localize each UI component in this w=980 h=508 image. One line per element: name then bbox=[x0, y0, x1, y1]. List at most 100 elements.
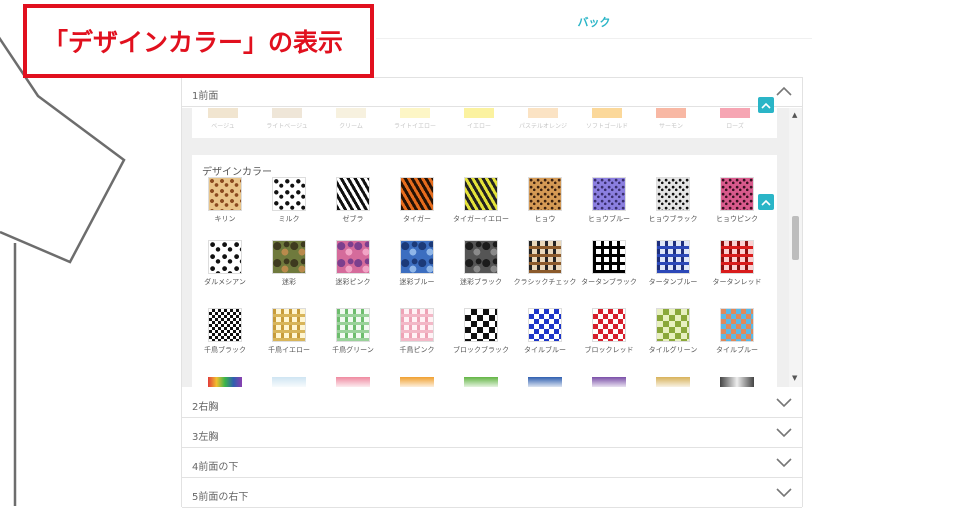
design-color-swatch[interactable]: ヒョウ bbox=[512, 177, 578, 224]
accordion-front-bottom[interactable]: 4前面の下 bbox=[182, 449, 802, 478]
plain-color-swatch[interactable]: サーモン bbox=[640, 108, 702, 130]
design-color-swatch[interactable]: タータンレッド bbox=[704, 240, 770, 287]
vertical-scrollbar[interactable]: ▲ ▼ bbox=[789, 108, 802, 387]
design-color-swatch[interactable]: タータンブルー bbox=[640, 240, 706, 287]
plain-color-label: ローズ bbox=[726, 123, 744, 130]
design-color-label: ゼブラ bbox=[342, 215, 364, 223]
design-color-swatch[interactable]: タイガー bbox=[384, 177, 450, 224]
scroll-down-arrow-icon[interactable]: ▼ bbox=[792, 374, 797, 382]
design-color-swatch[interactable]: 千鳥ピンク bbox=[384, 308, 450, 355]
design-color-swatch-partial[interactable] bbox=[720, 377, 754, 387]
design-color-swatch[interactable]: 千鳥ブラック bbox=[192, 308, 258, 355]
design-color-swatch[interactable]: ゼブラ bbox=[320, 177, 386, 224]
design-pattern-chip bbox=[208, 177, 242, 211]
design-color-swatch[interactable]: タータンブラック bbox=[576, 240, 642, 287]
scrollbar-thumb[interactable] bbox=[792, 216, 799, 260]
design-color-label: タータンブルー bbox=[648, 278, 698, 286]
design-color-swatch-partial[interactable] bbox=[208, 377, 242, 387]
design-color-label: タイルブルー bbox=[716, 346, 758, 354]
chevron-down-icon[interactable] bbox=[775, 456, 793, 468]
accordion-front-bottom-right[interactable]: 5前面の右下 bbox=[182, 479, 802, 508]
design-color-swatch[interactable]: タイガーイエロー bbox=[448, 177, 514, 224]
plain-color-swatch[interactable]: パステルオレンジ bbox=[512, 108, 574, 130]
design-pattern-chip bbox=[464, 308, 498, 342]
design-color-swatch[interactable]: キリン bbox=[192, 177, 258, 224]
design-pattern-chip bbox=[464, 177, 498, 211]
design-color-swatch-partial[interactable] bbox=[400, 377, 434, 387]
design-color-title: デザインカラー bbox=[202, 167, 272, 178]
scroll-up-arrow-icon[interactable]: ▲ bbox=[792, 111, 797, 119]
design-color-label: キリン bbox=[214, 215, 236, 223]
design-color-label: ブロックブラック bbox=[453, 346, 509, 354]
design-color-label: タイルブルー bbox=[524, 346, 566, 354]
tab-back[interactable]: バック bbox=[376, 14, 812, 30]
color-scroll-area[interactable]: ベージュ ライトベージュ クリーム ライトイエロー イエロー パステルオレンジ ソフトゴール… bbox=[182, 108, 802, 387]
accordion-front-label: 1前面 bbox=[192, 91, 219, 102]
design-pattern-chip bbox=[592, 308, 626, 342]
caption-text: 「デザインカラー」の表示 bbox=[43, 28, 344, 57]
plain-color-chip bbox=[400, 108, 430, 118]
design-pattern-chip bbox=[208, 308, 242, 342]
accordion-left-chest[interactable]: 3左胸 bbox=[182, 419, 802, 448]
design-color-swatch-partial[interactable] bbox=[336, 377, 370, 387]
accordion-front[interactable]: 1前面 bbox=[182, 78, 802, 107]
design-pattern-chip bbox=[528, 308, 562, 342]
design-color-swatch[interactable]: タイルグリーン bbox=[640, 308, 706, 355]
design-color-swatch[interactable]: 迷彩ピンク bbox=[320, 240, 386, 287]
design-pattern-chip bbox=[400, 308, 434, 342]
plain-color-label: サーモン bbox=[658, 123, 683, 130]
design-pattern-chip bbox=[400, 177, 434, 211]
design-color-label: 迷彩ピンク bbox=[335, 278, 371, 286]
design-pattern-chip bbox=[272, 240, 306, 274]
chevron-down-icon[interactable] bbox=[775, 426, 793, 438]
design-color-swatch[interactable]: 迷彩ブルー bbox=[384, 240, 450, 287]
plain-color-swatch[interactable]: イエロー bbox=[448, 108, 510, 130]
design-color-swatch[interactable]: ミルク bbox=[256, 177, 322, 224]
plain-color-chip bbox=[528, 108, 558, 118]
plain-color-swatch[interactable]: ローズ bbox=[704, 108, 766, 130]
design-color-swatch[interactable]: ダルメシアン bbox=[192, 240, 258, 287]
plain-color-chip bbox=[656, 108, 686, 118]
design-color-swatch-partial[interactable] bbox=[656, 377, 690, 387]
view-tabs: バック bbox=[376, 4, 812, 39]
design-color-swatch[interactable]: 迷彩 bbox=[256, 240, 322, 287]
collapse-up-icon[interactable] bbox=[758, 194, 774, 210]
plain-color-label: ライトベージュ bbox=[266, 123, 308, 130]
design-color-swatch[interactable]: 千鳥イエロー bbox=[256, 308, 322, 355]
design-color-swatch[interactable]: クラシックチェック bbox=[512, 240, 578, 287]
design-pattern-chip bbox=[336, 308, 370, 342]
plain-color-swatch[interactable]: ソフトゴールド bbox=[576, 108, 638, 130]
chevron-down-icon[interactable] bbox=[775, 396, 793, 408]
design-color-swatch[interactable]: ヒョウブルー bbox=[576, 177, 642, 224]
plain-color-swatch[interactable]: ライトイエロー bbox=[384, 108, 446, 130]
chevron-up-icon[interactable] bbox=[775, 85, 793, 97]
design-color-swatch[interactable]: ブロックブラック bbox=[448, 308, 514, 355]
collapse-up-icon[interactable] bbox=[758, 97, 774, 113]
design-color-swatch-partial[interactable] bbox=[528, 377, 562, 387]
design-pattern-chip bbox=[592, 240, 626, 274]
accordion-right-chest[interactable]: 2右胸 bbox=[182, 389, 802, 418]
design-color-swatch-partial[interactable] bbox=[272, 377, 306, 387]
design-color-label: タータンレッド bbox=[712, 278, 762, 286]
design-color-swatch[interactable]: 迷彩ブラック bbox=[448, 240, 514, 287]
design-color-label: 千鳥ブラック bbox=[204, 346, 246, 354]
design-pattern-chip bbox=[656, 240, 690, 274]
design-color-swatch-partial[interactable] bbox=[592, 377, 626, 387]
design-color-label: 千鳥イエロー bbox=[268, 346, 310, 354]
chevron-down-icon[interactable] bbox=[775, 486, 793, 498]
plain-color-label: パステルオレンジ bbox=[518, 123, 567, 130]
design-color-swatch[interactable]: タイルブルー bbox=[704, 308, 770, 355]
design-color-label: ヒョウピンク bbox=[716, 215, 758, 223]
print-position-panel: 1前面 ベージュ ライトベージュ クリーム ライトイエロー イエロー パステルオレンジ ソフ… bbox=[181, 77, 803, 508]
plain-color-chip bbox=[336, 108, 366, 118]
design-pattern-chip bbox=[656, 308, 690, 342]
design-color-swatch[interactable]: 千鳥グリーン bbox=[320, 308, 386, 355]
design-color-swatch-partial[interactable] bbox=[464, 377, 498, 387]
design-color-swatch[interactable]: ヒョウブラック bbox=[640, 177, 706, 224]
plain-color-swatch[interactable]: ベージュ bbox=[192, 108, 254, 130]
design-color-swatch[interactable]: ブロックレッド bbox=[576, 308, 642, 355]
design-color-swatch[interactable]: タイルブルー bbox=[512, 308, 578, 355]
design-color-label: 迷彩ブラック bbox=[460, 278, 502, 286]
plain-color-swatch[interactable]: ライトベージュ bbox=[256, 108, 318, 130]
plain-color-swatch[interactable]: クリーム bbox=[320, 108, 382, 130]
